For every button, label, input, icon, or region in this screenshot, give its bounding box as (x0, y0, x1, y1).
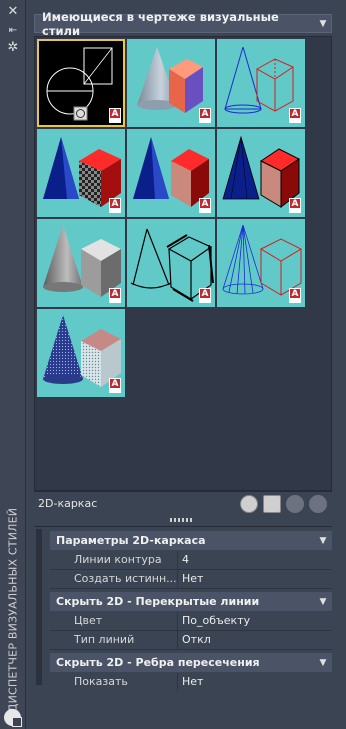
gallery-header-title: Имеющиеся в чертеже визуальные стили (42, 9, 279, 38)
create-style-icon[interactable] (240, 494, 258, 513)
palette-title: ДИСПЕТЧЕР ВИЗУАЛЬНЫХ СТИЛЕЙ (6, 507, 20, 713)
gallery-footer: 2D-каркас (34, 491, 332, 515)
autocad-badge-icon: A (199, 108, 211, 123)
autocad-badge-icon: A (199, 198, 211, 213)
autocad-badge-icon: A (109, 288, 121, 303)
autohide-icon[interactable]: ⇤ (5, 24, 21, 38)
gear-icon[interactable]: ✲ (5, 41, 21, 55)
style-tile-shaded-with-edges[interactable]: A (217, 129, 305, 217)
export-to-palette-icon[interactable] (286, 494, 304, 513)
autocad-badge-icon: A (289, 288, 301, 303)
style-tile-2d-wireframe[interactable]: A (37, 39, 125, 127)
style-tile-shades-of-gray[interactable]: A (37, 219, 125, 307)
delete-style-icon[interactable] (309, 494, 327, 513)
chevron-down-icon[interactable]: ▼ (315, 19, 331, 29)
autocad-badge-icon: A (289, 108, 301, 123)
properties-scrollbar[interactable] (36, 529, 42, 685)
current-style-name: 2D-каркас (38, 497, 98, 510)
autocad-badge-icon: A (109, 198, 121, 213)
visual-style-gallery: A A A A A A A A A A (34, 36, 332, 491)
chevron-down-icon[interactable]: ▼ (314, 658, 332, 668)
empty-area (26, 691, 346, 729)
property-row[interactable]: Цвет По_объекту (50, 612, 332, 631)
properties-panel: Параметры 2D-каркаса ▼ Линии контура 4 Со… (34, 526, 332, 692)
autocad-badge-icon: A (289, 198, 301, 213)
chevron-down-icon[interactable]: ▼ (314, 597, 332, 607)
autocad-badge-icon: A (199, 288, 211, 303)
style-tile-wireframe[interactable]: A (217, 39, 305, 127)
property-row[interactable]: Создать истинн... Нет (50, 570, 332, 589)
property-row[interactable]: Линии контура 4 (50, 551, 332, 570)
autocad-badge-icon: A (109, 108, 121, 123)
property-row[interactable]: Показать Нет (50, 673, 332, 692)
gallery-header[interactable]: Имеющиеся в чертеже визуальные стили ▼ (34, 10, 332, 38)
style-tile-shaded-checker[interactable]: A (37, 129, 125, 217)
style-tile-realistic[interactable]: A (127, 39, 215, 127)
style-tile-wireframe-blue-red[interactable]: A (217, 219, 305, 307)
section-2d-wireframe-options[interactable]: Параметры 2D-каркаса ▼ (50, 531, 332, 550)
style-tile-x-ray[interactable]: A (37, 309, 125, 397)
style-tile-sketchy[interactable]: A (127, 219, 215, 307)
chevron-down-icon[interactable]: ▼ (314, 536, 332, 546)
property-row[interactable]: Тип линий Откл (50, 631, 332, 650)
app-icon[interactable] (4, 709, 22, 727)
section-intersection-edges[interactable]: Скрыть 2D - Ребра пересечения ▼ (50, 653, 332, 672)
autocad-badge-icon: A (109, 378, 121, 393)
close-icon[interactable]: ✕ (5, 5, 21, 19)
apply-to-viewport-icon[interactable] (263, 494, 281, 513)
section-obscured-lines[interactable]: Скрыть 2D - Перекрытые линии ▼ (50, 592, 332, 611)
style-tile-shaded[interactable]: A (127, 129, 215, 217)
splitter-grip[interactable] (170, 518, 192, 522)
palette-strip: ✕ ⇤ ✲ ДИСПЕТЧЕР ВИЗУАЛЬНЫХ СТИЛЕЙ (0, 0, 26, 729)
